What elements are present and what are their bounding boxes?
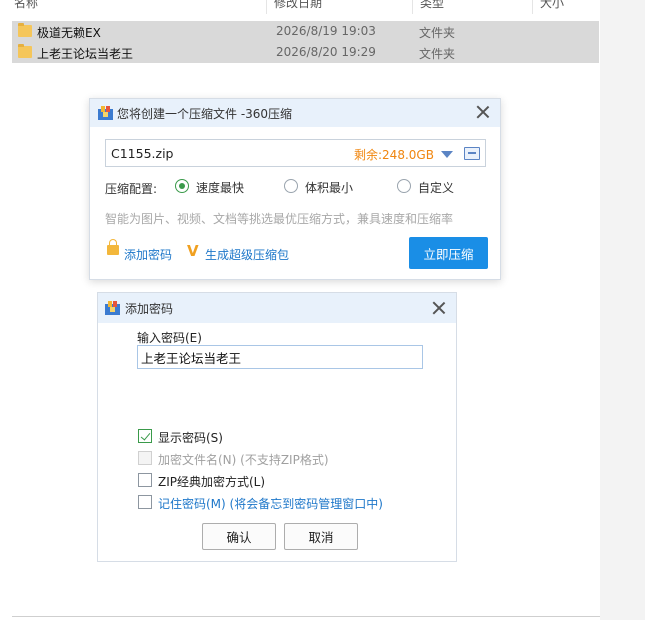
radio-circle[interactable] (175, 179, 189, 193)
dialog-titlebar[interactable]: 您将创建一个压缩文件 -360压缩 (90, 99, 500, 127)
super-pack-link[interactable]: 生成超级压缩包 (205, 246, 289, 263)
dialog-title: 添加密码 (125, 302, 174, 316)
dialog-titlebar[interactable]: 添加密码 (98, 293, 456, 323)
add-password-dialog: 添加密码 输入密码(E) 显示密码(S) 加密文件名(N) (不支持ZIP格式)… (97, 292, 457, 562)
column-type[interactable]: 类型 (420, 0, 444, 11)
column-divider[interactable] (532, 0, 533, 14)
password-input-label: 输入密码(E) (137, 331, 202, 345)
compress-hint: 智能为图片、视频、文档等挑选最优压缩方式，兼具速度和压缩率 (105, 212, 454, 226)
360zip-app-icon (105, 301, 120, 315)
radio-circle[interactable] (284, 179, 298, 193)
archive-filename[interactable]: C1155.zip (111, 146, 173, 161)
checkbox-box (138, 451, 152, 465)
file-date: 2026/8/19 19:03 (276, 24, 376, 38)
browse-folder-icon[interactable] (464, 147, 480, 160)
archive-name-field[interactable]: C1155.zip 剩余:248.0GB (105, 139, 486, 167)
cancel-button[interactable]: 取消 (284, 523, 358, 550)
confirm-button[interactable]: 确认 (202, 523, 276, 550)
checkbox-box[interactable] (138, 429, 152, 443)
file-row[interactable]: 极道无赖EX 2026/8/19 19:03 文件夹 (12, 21, 599, 42)
file-row[interactable]: 上老王论坛当老王 2026/8/20 19:29 文件夹 (12, 42, 599, 63)
compress-dialog: 您将创建一个压缩文件 -360压缩 C1155.zip 剩余:248.0GB 压… (89, 98, 501, 280)
radio-label[interactable]: 速度最快 (196, 179, 244, 196)
file-type: 文件夹 (419, 26, 456, 40)
folder-icon (18, 44, 32, 58)
column-header: 名称 修改日期 类型 大小 (0, 0, 600, 16)
window-edge (600, 0, 645, 620)
compress-now-button[interactable]: 立即压缩 (409, 237, 488, 269)
dropdown-arrow-icon[interactable] (441, 151, 453, 158)
close-icon[interactable] (474, 103, 492, 121)
dialog-title: 您将创建一个压缩文件 -360压缩 (117, 107, 293, 121)
checkbox-label: 加密文件名(N) (不支持ZIP格式) (158, 453, 329, 467)
file-name: 极道无赖EX (37, 26, 101, 40)
checkbox-label[interactable]: ZIP经典加密方式(L) (158, 473, 265, 490)
radio-circle[interactable] (397, 179, 411, 193)
checkbox-label[interactable]: 记住密码(M) (将会备忘到密码管理窗口中) (158, 495, 383, 512)
column-divider[interactable] (412, 0, 413, 14)
file-type: 文件夹 (419, 47, 456, 61)
lock-icon[interactable] (107, 239, 119, 255)
folder-icon (18, 23, 32, 37)
column-divider[interactable] (266, 0, 267, 14)
column-name[interactable]: 名称 (14, 0, 38, 11)
radio-label[interactable]: 自定义 (418, 179, 454, 196)
super-pack-v-icon[interactable]: V (187, 242, 199, 260)
column-date[interactable]: 修改日期 (274, 0, 322, 11)
file-name: 上老王论坛当老王 (37, 47, 134, 61)
checkbox-box[interactable] (138, 473, 152, 487)
password-input[interactable] (137, 345, 423, 369)
close-icon[interactable] (430, 299, 448, 317)
file-date: 2026/8/20 19:29 (276, 45, 376, 59)
add-password-link[interactable]: 添加密码 (124, 246, 172, 263)
checkbox-box[interactable] (138, 495, 152, 509)
360zip-app-icon (98, 106, 113, 120)
radio-label[interactable]: 体积最小 (305, 179, 353, 196)
horizontal-scrollbar[interactable] (12, 616, 600, 617)
checkbox-label[interactable]: 显示密码(S) (158, 429, 223, 446)
free-space-label: 剩余:248.0GB (354, 148, 434, 162)
column-size[interactable]: 大小 (540, 0, 564, 11)
compress-config-label: 压缩配置: (105, 182, 158, 196)
